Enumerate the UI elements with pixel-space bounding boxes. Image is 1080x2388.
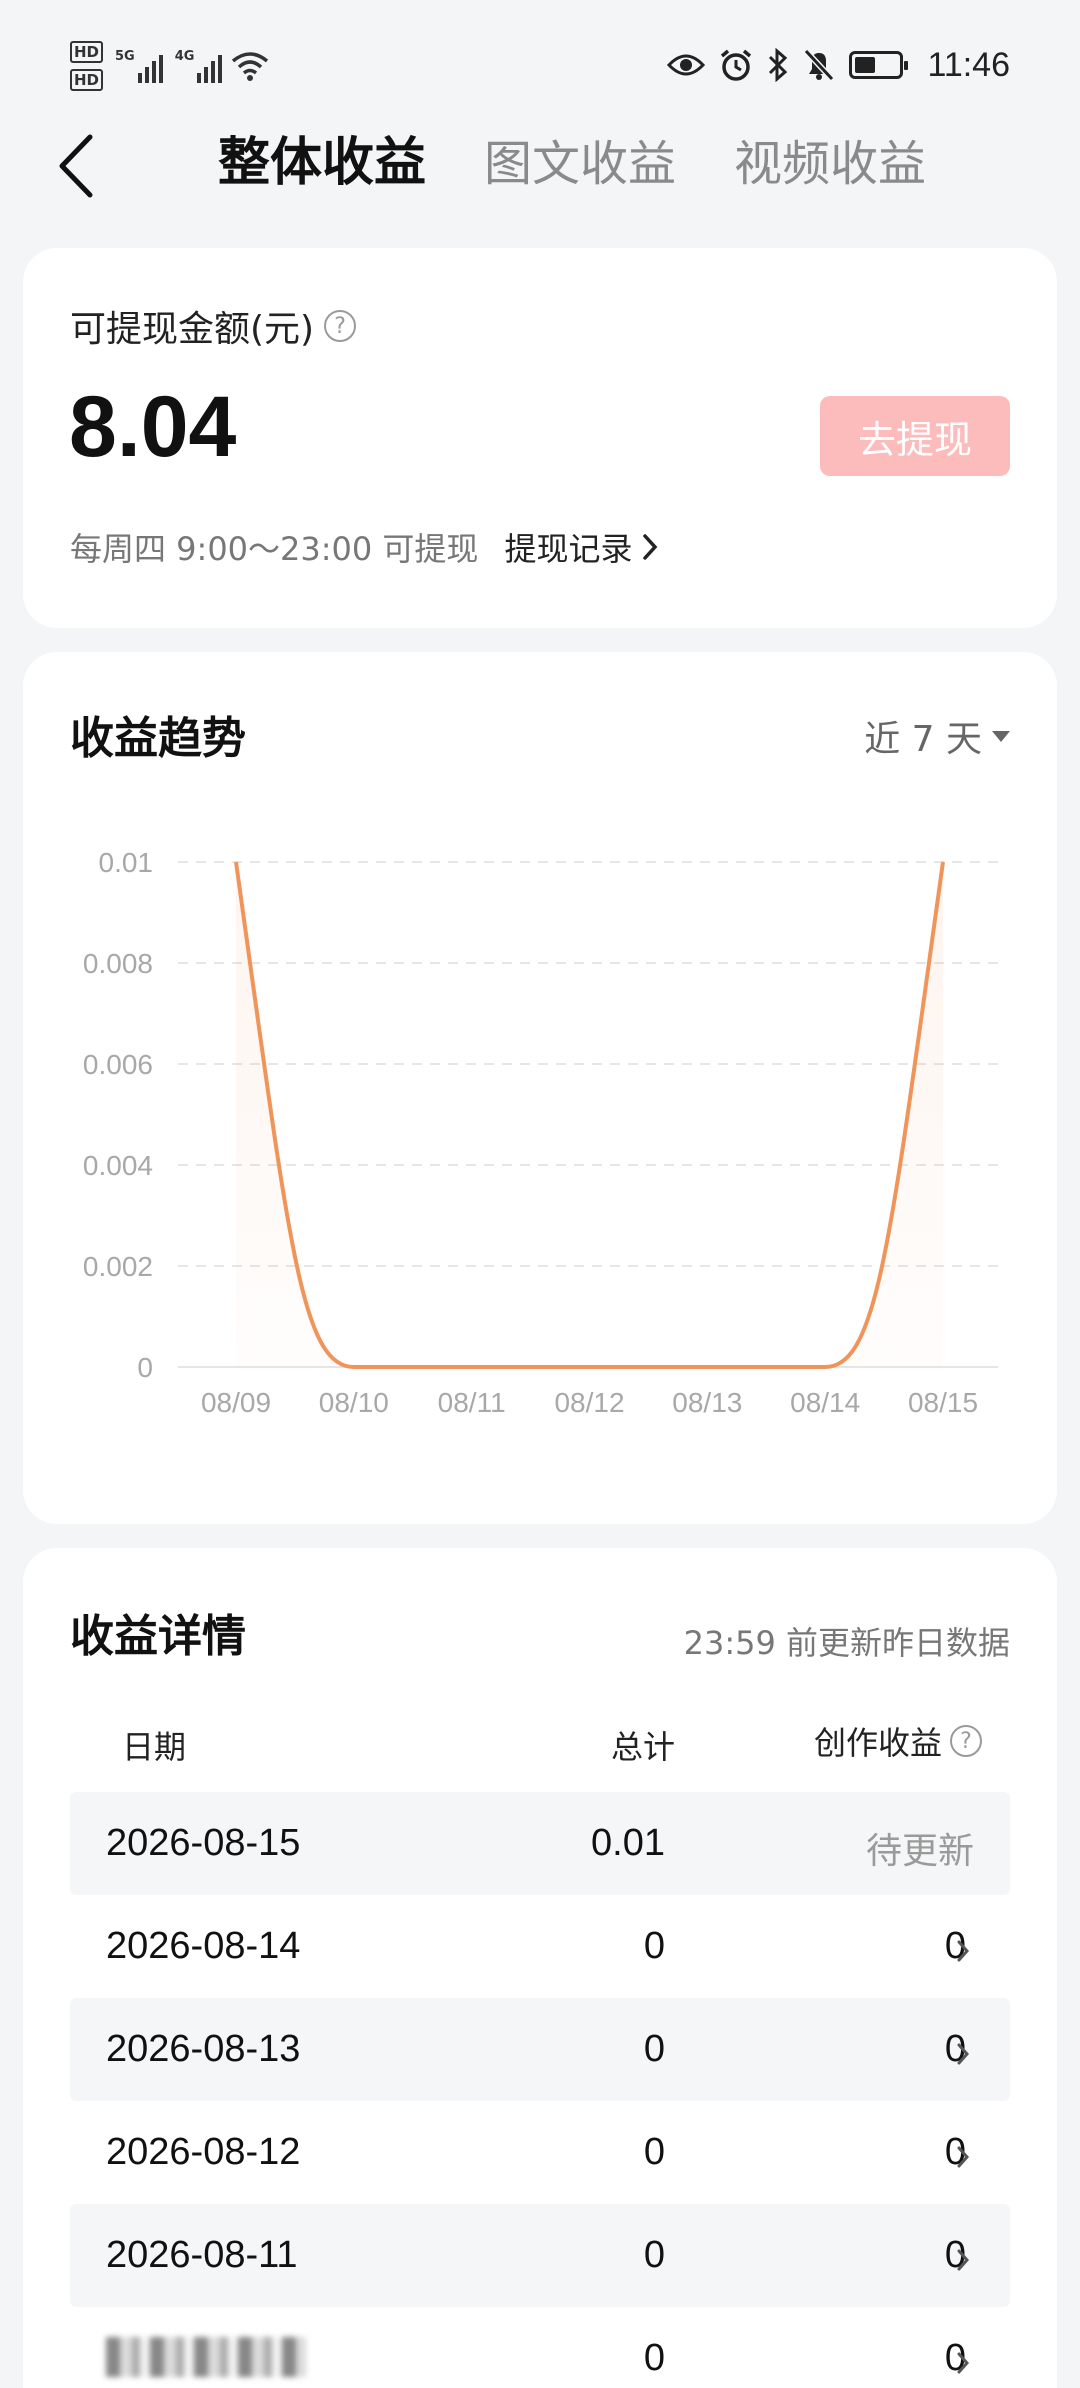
- tab-video[interactable]: 视频收益: [734, 124, 926, 194]
- header-creation: 创作收益 ?: [814, 1718, 982, 1764]
- signal-icon: 5G: [115, 49, 163, 83]
- row-date-redacted: [106, 2337, 306, 2377]
- row-date: 2026-08-12: [106, 2131, 301, 2173]
- withdraw-info: 每周四 9:00～23:00 可提现 提现记录: [70, 524, 658, 570]
- wifi-icon: [232, 52, 269, 81]
- chevron-right-icon: [957, 1940, 970, 1962]
- series-line: [234, 861, 945, 1369]
- withdraw-record-link[interactable]: 提现记录: [504, 524, 658, 570]
- x-tick-label: 08/10: [319, 1387, 389, 1418]
- details-table: 2026-08-15 0.01 待更新 2026-08-14 0 0 2026-…: [70, 1792, 1010, 2388]
- help-icon[interactable]: ?: [324, 310, 357, 342]
- chevron-right-icon: [957, 2249, 970, 2271]
- y-tick-label: 0.008: [83, 948, 153, 979]
- row-total: 0.01: [591, 1822, 665, 1864]
- header-creation-label: 创作收益: [813, 1724, 942, 1762]
- alarm-icon: [721, 49, 752, 81]
- tab-overall[interactable]: 整体收益: [218, 120, 426, 195]
- header-date: 日期: [122, 1728, 187, 1766]
- row-total: 0: [643, 2234, 665, 2276]
- row-total: 0: [643, 1925, 665, 1967]
- signal-icon: 4G: [175, 49, 223, 83]
- chevron-right-icon: [957, 2146, 970, 2168]
- table-row[interactable]: 2026-08-15 0.01 待更新: [70, 1792, 1010, 1895]
- chevron-right-icon: [957, 2352, 970, 2374]
- chevron-left-icon: [59, 134, 93, 198]
- x-tick-label: 08/12: [554, 1387, 624, 1418]
- row-total: 0: [643, 2337, 665, 2379]
- trend-chart: 0 0.002 0.004 0.006 0.008 0.01 08/09 08/10 08/11…: [83, 847, 998, 1418]
- row-total: 0: [643, 2131, 665, 2173]
- x-tick-label: 08/13: [672, 1387, 742, 1418]
- top-nav: 整体收益 图文收益 视频收益: [0, 110, 1080, 220]
- withdraw-schedule: 每周四 9:00～23:00 可提现: [70, 530, 479, 568]
- trend-card: 收益趋势 近 7 天 0 0.002 0.004 0.006 0.008 0.01 08/0…: [23, 652, 1057, 1524]
- x-tick-label: 08/11: [438, 1387, 506, 1418]
- details-card: 收益详情 23:59 前更新昨日数据 日期 总计 创作收益 ? 2026-08-…: [23, 1548, 1057, 2388]
- details-title: 收益详情: [70, 1611, 246, 1662]
- series-area: [236, 862, 943, 1367]
- y-tick-label: 0.006: [83, 1049, 153, 1080]
- row-creation: 待更新: [865, 1831, 974, 1872]
- x-tick-label: 08/15: [908, 1387, 978, 1418]
- balance-label: 可提现金额(元): [70, 309, 315, 350]
- tab-bar: 整体收益 图文收益 视频收益: [218, 120, 926, 195]
- table-row[interactable]: 2026-08-14 0 0: [70, 1895, 1010, 1998]
- row-date: 2026-08-14: [106, 1925, 301, 1967]
- table-row[interactable]: 2026-08-13 0 0: [70, 1998, 1010, 2101]
- balance-label-row: 可提现金额(元) ?: [70, 300, 357, 352]
- withdraw-button[interactable]: 去提现: [820, 396, 1010, 476]
- chevron-right-icon: [643, 534, 658, 560]
- status-left: HD HD 5G 4G: [70, 36, 270, 96]
- tab-article[interactable]: 图文收益: [484, 124, 676, 194]
- row-date: 2026-08-11: [106, 2234, 298, 2276]
- y-tick-label: 0.002: [83, 1251, 153, 1282]
- header-total: 总计: [610, 1728, 675, 1766]
- table-header: 日期 总计 创作收益 ?: [70, 1708, 1010, 1778]
- battery-icon: [849, 51, 909, 79]
- balance-amount: 8.04: [69, 379, 237, 475]
- status-bar: HD HD 5G 4G 11:46: [0, 0, 1080, 120]
- details-note: 23:59 前更新昨日数据: [683, 1624, 1010, 1662]
- mute-bell-icon: [804, 48, 835, 82]
- hd-badge: HD: [70, 69, 104, 91]
- bluetooth-icon: [769, 48, 788, 82]
- hd-badge: HD: [70, 41, 104, 63]
- row-total: 0: [643, 2028, 665, 2070]
- status-right: 11:46: [667, 40, 1010, 90]
- withdraw-record-label: 提现记录: [504, 530, 633, 568]
- help-icon[interactable]: ?: [950, 1725, 982, 1757]
- balance-card: 可提现金额(元) ? 8.04 去提现 每周四 9:00～23:00 可提现 提…: [23, 248, 1057, 628]
- eye-icon: [667, 54, 706, 76]
- row-date: 2026-08-13: [106, 2028, 301, 2070]
- x-tick-label: 08/09: [201, 1387, 271, 1418]
- back-button[interactable]: [46, 126, 106, 206]
- table-row[interactable]: 2026-08-12 0 0: [70, 2101, 1010, 2204]
- y-tick-label: 0.004: [83, 1150, 153, 1181]
- y-tick-label: 0: [137, 1352, 153, 1383]
- x-tick-label: 08/14: [790, 1387, 860, 1418]
- table-row[interactable]: 0 0: [70, 2307, 1010, 2388]
- status-time: 11:46: [927, 45, 1010, 84]
- row-date: 2026-08-15: [106, 1822, 301, 1864]
- chevron-right-icon: [957, 2043, 970, 2065]
- table-row[interactable]: 2026-08-11 0 0: [70, 2204, 1010, 2307]
- y-tick-label: 0.01: [99, 847, 154, 878]
